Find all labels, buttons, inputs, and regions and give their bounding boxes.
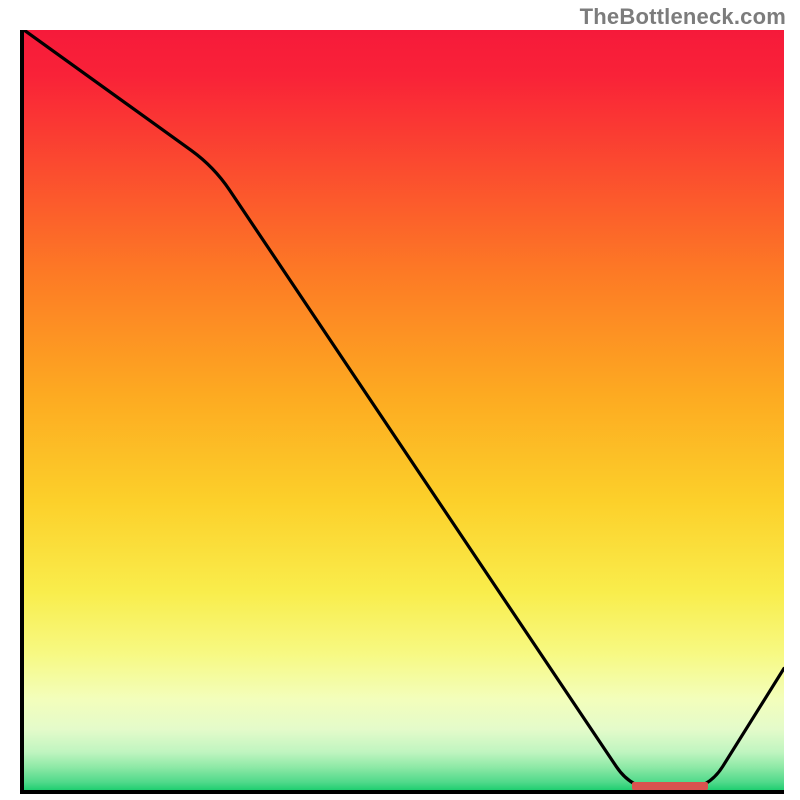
flat-region-marker bbox=[632, 782, 708, 790]
chart-line bbox=[24, 30, 784, 790]
chart-plot-area bbox=[20, 30, 784, 794]
curve-path bbox=[24, 30, 784, 790]
attribution-text: TheBottleneck.com bbox=[580, 4, 786, 30]
